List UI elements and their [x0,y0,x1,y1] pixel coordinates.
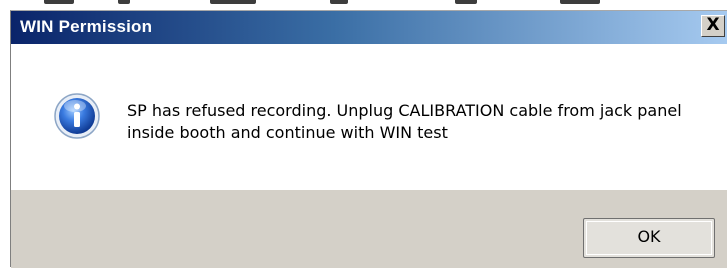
dialog-body: SP has refused recording. Unplug CALIBRA… [11,44,727,190]
close-button[interactable]: X [701,15,725,37]
info-icon [54,93,100,139]
ok-button[interactable]: OK [583,218,715,258]
close-icon: X [706,15,720,35]
dialog-button-bar: OK [11,190,727,268]
dialog-message: SP has refused recording. Unplug CALIBRA… [127,101,682,142]
dialog-title: WIN Permission [20,17,153,36]
message-dialog: WIN Permission X SP has refused recordin… [10,10,727,268]
background-window-edge [0,0,727,10]
title-bar[interactable]: WIN Permission X [11,11,727,44]
